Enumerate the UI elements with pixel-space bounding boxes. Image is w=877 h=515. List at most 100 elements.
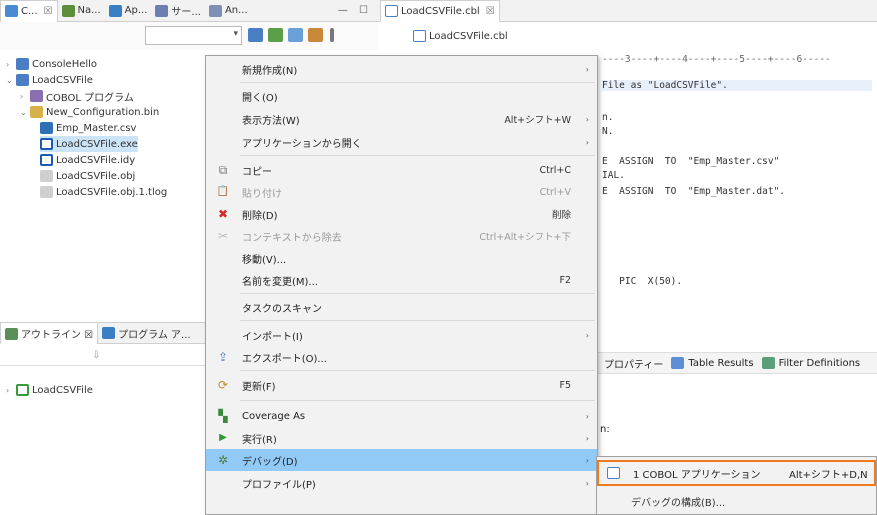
menu-item-open[interactable]: 開く(O) [206, 85, 597, 107]
tree-item-loadcsvfile-tlog[interactable]: LoadCSVFile.obj.1.tlog [40, 184, 167, 200]
view-menu-icon[interactable] [330, 28, 334, 42]
menu-item-shortcut: Ctrl+Alt+シフト+下 [479, 232, 571, 243]
menu-item-delete[interactable]: ✖ 削除(D) 削除 [206, 203, 597, 225]
close-icon[interactable]: ☒ [44, 6, 53, 17]
tab-filter-definitions[interactable]: Filter Definitions [779, 358, 861, 369]
code-editor[interactable]: ----3----+----4----+----5----+----6-----… [598, 50, 877, 320]
menu-item-profile[interactable]: プロファイル(P) › [206, 472, 597, 494]
menu-item-label: タスクのスキャン [242, 303, 322, 315]
filter-dropdown[interactable]: ▾ [145, 26, 242, 45]
tab-outline[interactable]: アウトライン ☒ [0, 322, 99, 344]
bottom-view-tabs: プロパティー Table Results Filter Definitions [598, 352, 877, 374]
tree-item-new-configuration[interactable]: ⌄ New_Configuration.bin [20, 104, 159, 120]
tab-table-results[interactable]: Table Results [688, 358, 753, 369]
menu-item-scan-tasks[interactable]: タスクのスキャン [206, 296, 597, 318]
tab-properties[interactable]: プロパティー [604, 356, 663, 371]
debug-submenu: 1 COBOL アプリケーション Alt+シフト+D,N デバッグの構成(B).… [596, 456, 877, 515]
menu-item-coverage-as[interactable]: ▚ Coverage As › [206, 405, 597, 427]
expand-arrow-icon[interactable]: › [20, 92, 30, 101]
collapse-arrow-icon[interactable]: ⌄ [20, 108, 30, 117]
project-tree: › ConsoleHello ⌄ LoadCSVFile › COBOL プログ… [0, 50, 205, 320]
refresh-icon: ⟳ [217, 378, 229, 392]
submenu-item-shortcut: Alt+シフト+D,N [789, 469, 868, 481]
tab-label: プログラム ア... [118, 329, 191, 341]
menu-item-copy[interactable]: ⧉ コピー Ctrl+C [206, 159, 597, 181]
tree-item-cobol-program[interactable]: › COBOL プログラム [20, 88, 134, 104]
menu-item-import[interactable]: インポート(I) › [206, 324, 597, 346]
menu-item-run[interactable]: ▶ 実行(R) › [206, 427, 597, 449]
tab-label: アウトライン ☒ [21, 330, 94, 341]
menu-item-debug[interactable]: ✲ デバッグ(D) › [206, 449, 597, 471]
menu-item-paste[interactable]: 📋 貼り付け Ctrl+V [206, 181, 597, 203]
tree-item-loadcsvfile-obj[interactable]: LoadCSVFile.obj [40, 168, 135, 184]
menu-item-show-in[interactable]: 表示方法(W) Alt+シフト+W › [206, 108, 597, 130]
link-with-editor-icon[interactable] [268, 28, 283, 42]
editor-tabs: LoadCSVFile.cbl ☒ [378, 0, 877, 22]
coverage-icon: ▚ [218, 409, 228, 423]
menu-item-label: 更新(F) [242, 381, 276, 393]
outline-body: ⇩ › LoadCSVFile [0, 344, 205, 515]
menu-separator [240, 400, 595, 401]
menu-item-export[interactable]: ⇪ エクスポート(O)... [206, 346, 597, 368]
code-line: N. [602, 126, 614, 137]
delete-icon: ✖ [217, 207, 229, 221]
expand-arrow-icon[interactable]: › [6, 386, 16, 395]
submenu-item-debug-configurations[interactable]: デバッグの構成(B)... [597, 490, 876, 512]
cobol-folder-icon [30, 90, 43, 102]
filter-icon: ⇩ [92, 350, 101, 361]
breadcrumb-label[interactable]: LoadCSVFile.cbl [429, 31, 508, 42]
menu-item-rename[interactable]: 名前を変更(M)... F2 [206, 269, 597, 291]
tab-program-structure[interactable]: プログラム ア... [98, 322, 194, 344]
menu-item-remove-from-context[interactable]: ✂ コンテキストから除去 Ctrl+Alt+シフト+下 [206, 225, 597, 247]
collapse-arrow-icon[interactable]: ⌄ [6, 76, 16, 85]
menu-item-label: コンテキストから除去 [242, 232, 342, 244]
menu-item-label: エクスポート(O)... [242, 353, 327, 365]
menu-item-label: 貼り付け [242, 188, 282, 200]
tab-cobol-explorer[interactable]: C... ☒ [0, 0, 58, 22]
left-view-tabs: C... ☒ Na... Ap... サー... An... — ☐ [0, 0, 378, 22]
outline-icon [5, 327, 18, 340]
debug-icon: ✲ [217, 453, 229, 467]
filter-icon[interactable] [288, 28, 303, 42]
menu-item-refresh[interactable]: ⟳ 更新(F) F5 [206, 374, 597, 396]
tree-item-emp-master-csv[interactable]: Emp_Master.csv [40, 120, 136, 136]
menu-item-open-with[interactable]: アプリケーションから開く › [206, 131, 597, 153]
outline-filter-input[interactable]: ⇩ [0, 348, 205, 366]
tab-navigator[interactable]: Na... [58, 0, 105, 22]
menu-item-move[interactable]: 移動(V)... [206, 247, 597, 269]
tree-item-label: LoadCSVFile [32, 74, 93, 86]
submenu-item-cobol-application[interactable]: 1 COBOL アプリケーション Alt+シフト+D,N [597, 460, 876, 486]
code-line: File as "LoadCSVFile". [602, 80, 872, 91]
application-icon [607, 467, 620, 479]
close-icon[interactable]: ☒ [486, 6, 495, 17]
outline-item-loadcsvfile[interactable]: › LoadCSVFile [6, 382, 93, 398]
submenu-arrow-icon: › [585, 433, 589, 443]
minimize-maximize-controls[interactable]: — ☐ [338, 5, 378, 16]
menu-item-label: インポート(I) [242, 331, 303, 343]
tab-loadcsvfile-cbl[interactable]: LoadCSVFile.cbl ☒ [380, 0, 500, 22]
tree-item-loadcsvfile-idy[interactable]: LoadCSVFile.idy [40, 152, 135, 168]
tree-item-loadcsvfile-exe[interactable]: LoadCSVFile.exe [40, 136, 138, 152]
submenu-arrow-icon: › [585, 114, 589, 124]
collapse-all-icon[interactable] [248, 28, 263, 42]
menu-item-new[interactable]: 新規作成(N) › [206, 58, 597, 80]
tlog-file-icon [40, 186, 53, 198]
tree-item-consolehello[interactable]: › ConsoleHello [6, 56, 97, 72]
sync-icon[interactable] [308, 28, 323, 42]
csv-file-icon [40, 122, 53, 134]
project-icon [16, 74, 29, 86]
run-icon: ▶ [219, 432, 227, 443]
submenu-item-label: 1 COBOL アプリケーション [633, 469, 761, 481]
tab-analysis[interactable]: An... [205, 0, 252, 22]
program-structure-icon [102, 327, 116, 339]
submenu-arrow-icon: › [585, 330, 589, 340]
server-icon [155, 4, 169, 17]
expand-arrow-icon[interactable]: › [6, 60, 16, 69]
tree-item-label: COBOL プログラム [46, 92, 134, 104]
tab-application[interactable]: Ap... [105, 0, 152, 22]
tab-server[interactable]: サー... [151, 0, 205, 22]
tree-item-loadcsvfile[interactable]: ⌄ LoadCSVFile [6, 72, 93, 88]
tree-item-label: New_Configuration.bin [46, 106, 160, 118]
tree-item-label: LoadCSVFile.obj.1.tlog [56, 186, 168, 198]
tab-label: LoadCSVFile.cbl [401, 5, 480, 17]
